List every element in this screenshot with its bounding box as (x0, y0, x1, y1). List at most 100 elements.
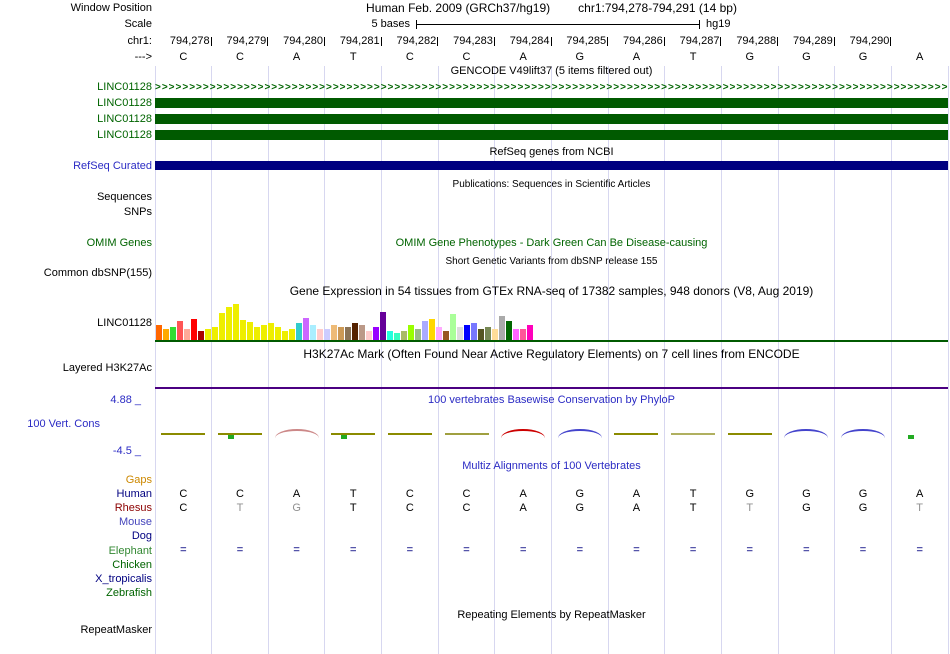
multiz-gap-mark[interactable]: = (155, 544, 212, 557)
multiz-gap-mark[interactable]: = (438, 544, 495, 557)
gtex-expression-bar[interactable] (261, 325, 267, 340)
multiz-base-letter[interactable]: G (778, 502, 835, 515)
track-label-elephant[interactable]: Elephant (109, 545, 152, 558)
gtex-expression-bar[interactable] (296, 323, 302, 340)
track-label-common-dbsnp[interactable]: Common dbSNP(155) (44, 267, 152, 280)
gtex-expression-bar[interactable] (331, 325, 337, 340)
phylop-glyph[interactable] (782, 427, 830, 440)
track-label-snps[interactable]: SNPs (124, 206, 152, 219)
gtex-expression-bar[interactable] (359, 325, 365, 340)
track-label-dog[interactable]: Dog (132, 530, 152, 543)
multiz-base-letter[interactable]: C (438, 488, 495, 501)
phylop-glyph[interactable] (896, 427, 944, 440)
multiz-base-letter[interactable]: C (212, 488, 269, 501)
gtex-expression-bar[interactable] (282, 331, 288, 340)
phylop-glyph[interactable] (216, 427, 264, 440)
gtex-expression-bar[interactable] (401, 331, 407, 340)
gencode-track-label[interactable]: LINC01128 (97, 129, 152, 142)
phylop-glyph[interactable] (329, 427, 377, 440)
track-label-gaps[interactable]: Gaps (126, 474, 152, 487)
gtex-expression-bar[interactable] (499, 316, 505, 340)
gtex-expression-bar[interactable] (352, 323, 358, 340)
track-label-mouse[interactable]: Mouse (119, 516, 152, 529)
multiz-base-letter[interactable]: G (552, 488, 609, 501)
multiz-base-letter[interactable]: T (325, 502, 382, 515)
track-label-gtex-gene[interactable]: LINC01128 (97, 317, 152, 330)
gtex-expression-bar[interactable] (247, 322, 253, 340)
gtex-expression-bar[interactable] (289, 329, 295, 340)
multiz-base-letter[interactable]: G (721, 488, 778, 501)
multiz-base-letter[interactable]: C (155, 488, 212, 501)
gencode-track-label[interactable]: LINC01128 (97, 97, 152, 110)
gtex-expression-bar[interactable] (240, 320, 246, 340)
phylop-glyph[interactable] (726, 427, 774, 440)
gtex-expression-bar[interactable] (345, 327, 351, 340)
gtex-expression-bar[interactable] (184, 329, 190, 340)
multiz-gap-mark[interactable]: = (325, 544, 382, 557)
track-label-refseq-curated[interactable]: RefSeq Curated (73, 160, 152, 173)
multiz-base-letter[interactable]: T (665, 502, 722, 515)
track-label-rhesus[interactable]: Rhesus (115, 502, 152, 515)
gtex-expression-bar[interactable] (464, 325, 470, 340)
multiz-gap-mark[interactable]: = (891, 544, 948, 557)
multiz-gap-mark[interactable]: = (608, 544, 665, 557)
gtex-expression-bar[interactable] (443, 331, 449, 340)
phylop-glyph[interactable] (612, 427, 660, 440)
phylop-glyph[interactable] (443, 427, 491, 440)
phylop-glyph[interactable] (386, 427, 434, 440)
gtex-expression-bar[interactable] (492, 329, 498, 340)
gtex-expression-bar[interactable] (485, 327, 491, 340)
track-label-repeatmasker[interactable]: RepeatMasker (80, 624, 152, 637)
multiz-gap-mark[interactable]: = (382, 544, 439, 557)
gtex-expression-bar[interactable] (450, 314, 456, 340)
multiz-base-letter[interactable]: A (495, 488, 552, 501)
gtex-expression-bar[interactable] (219, 313, 225, 340)
gtex-expression-bar[interactable] (170, 327, 176, 340)
phylop-glyph[interactable] (159, 427, 207, 440)
multiz-base-letter[interactable]: A (268, 488, 325, 501)
gencode-transcript-arrows[interactable]: >>>>>>>>>>>>>>>>>>>>>>>>>>>>>>>>>>>>>>>>… (155, 82, 948, 93)
gtex-expression-bar[interactable] (429, 319, 435, 340)
multiz-gap-mark[interactable]: = (778, 544, 835, 557)
multiz-gap-mark[interactable]: = (721, 544, 778, 557)
track-label-zebrafish[interactable]: Zebrafish (106, 587, 152, 600)
multiz-gap-mark[interactable]: = (495, 544, 552, 557)
gtex-expression-bar[interactable] (324, 329, 330, 340)
track-label-omim-genes[interactable]: OMIM Genes (87, 237, 152, 250)
gtex-expression-bar[interactable] (457, 327, 463, 340)
gtex-expression-bar[interactable] (394, 333, 400, 340)
multiz-base-letter[interactable]: A (891, 488, 948, 501)
multiz-base-letter[interactable]: A (608, 488, 665, 501)
multiz-base-letter[interactable]: G (552, 502, 609, 515)
gtex-expression-bar[interactable] (471, 323, 477, 340)
track-label-sequences[interactable]: Sequences (97, 191, 152, 204)
gtex-expression-bar[interactable] (268, 323, 274, 340)
multiz-gap-mark[interactable]: = (835, 544, 892, 557)
multiz-base-letter[interactable]: G (835, 502, 892, 515)
track-label-chicken[interactable]: Chicken (112, 559, 152, 572)
gtex-expression-bar[interactable] (205, 329, 211, 340)
gtex-expression-bar[interactable] (177, 321, 183, 340)
gtex-expression-bar[interactable] (513, 329, 519, 340)
multiz-base-letter[interactable]: T (721, 502, 778, 515)
gencode-track-label[interactable]: LINC01128 (97, 113, 152, 126)
gtex-expression-bar[interactable] (191, 319, 197, 340)
track-label-layered-h3k27ac[interactable]: Layered H3K27Ac (63, 362, 152, 375)
multiz-base-letter[interactable]: T (665, 488, 722, 501)
gtex-expression-bar[interactable] (163, 329, 169, 340)
multiz-gap-mark[interactable]: = (212, 544, 269, 557)
gtex-expression-bar[interactable] (527, 325, 533, 340)
gencode-track-label[interactable]: LINC01128 (97, 81, 152, 94)
gtex-expression-bar[interactable] (422, 321, 428, 340)
gtex-expression-bar[interactable] (338, 327, 344, 340)
multiz-base-letter[interactable]: T (891, 502, 948, 515)
multiz-gap-mark[interactable]: = (665, 544, 722, 557)
gtex-expression-bar[interactable] (380, 312, 386, 340)
gtex-expression-bar[interactable] (387, 331, 393, 340)
multiz-base-letter[interactable]: C (438, 502, 495, 515)
gtex-expression-bar[interactable] (520, 329, 526, 340)
gtex-expression-bar[interactable] (373, 327, 379, 340)
multiz-base-letter[interactable]: G (778, 488, 835, 501)
multiz-gap-mark[interactable]: = (268, 544, 325, 557)
gtex-expression-bar[interactable] (254, 327, 260, 340)
